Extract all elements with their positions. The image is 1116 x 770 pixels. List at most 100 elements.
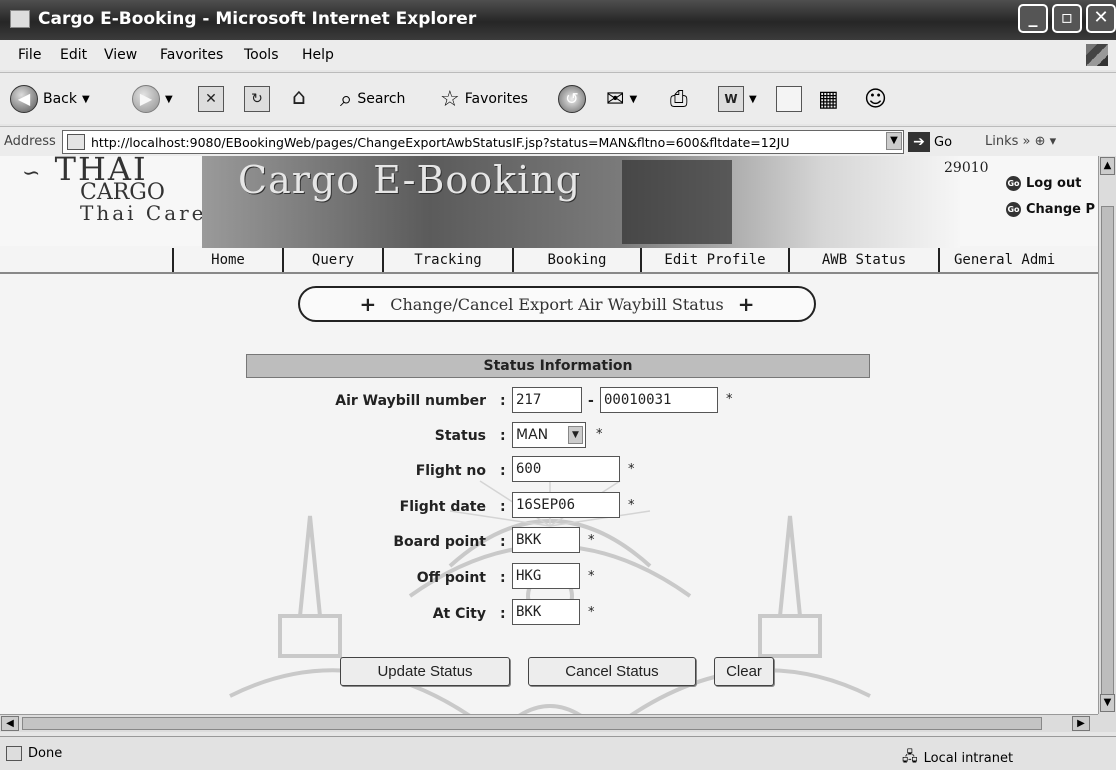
word-icon: W (718, 86, 744, 112)
messenger-button[interactable]: ☺ (864, 83, 887, 115)
print-button[interactable]: ⎙ (670, 83, 688, 115)
clear-button[interactable]: Clear (714, 657, 774, 686)
tab-general-admin[interactable]: General Admi (938, 248, 1098, 272)
scroll-down-icon[interactable]: ▼ (1100, 694, 1115, 712)
home-button[interactable]: ⌂ (286, 83, 312, 115)
awb-dash: - (588, 393, 594, 409)
logout-link[interactable]: Go Log out (1006, 176, 1081, 191)
links-label: Links (985, 134, 1019, 149)
scroll-up-icon[interactable]: ▲ (1100, 157, 1115, 175)
favorites-button[interactable]: ☆ Favorites (440, 83, 528, 115)
tab-awb-status[interactable]: AWB Status (788, 248, 938, 272)
menu-help[interactable]: Help (302, 47, 334, 63)
windows-logo-icon (1086, 44, 1108, 66)
go-arrow-icon: ➔ (908, 132, 930, 152)
awb-prefix-input[interactable]: 217 (512, 387, 582, 413)
go-button[interactable]: ➔ Go (908, 130, 952, 154)
window-title: Cargo E-Booking - Microsoft Internet Exp… (38, 9, 477, 29)
messenger-icon: ☺ (864, 86, 887, 112)
address-dropdown-icon[interactable]: ▼ (886, 132, 902, 150)
vertical-scrollbar[interactable]: ▲ ▼ (1098, 156, 1116, 714)
go-label: Go (934, 134, 953, 150)
flight-no-label: Flight no (415, 463, 486, 479)
discuss-button[interactable] (776, 83, 802, 115)
menu-edit[interactable]: Edit (60, 47, 87, 63)
intranet-icon: 🖧 (902, 749, 918, 765)
edit-button[interactable]: W ▼ (718, 83, 757, 115)
scroll-right-icon[interactable]: ▶ (1072, 716, 1090, 731)
address-input[interactable]: http://localhost:9080/EBookingWeb/pages/… (62, 130, 904, 154)
horizontal-scroll-thumb[interactable] (22, 717, 1042, 730)
scrollbar-corner (1098, 714, 1116, 732)
search-icon: ⌕ (340, 86, 353, 112)
banner-title: Cargo E-Booking (238, 158, 582, 202)
colon: : (500, 534, 506, 550)
research-button[interactable]: ▦ (818, 83, 839, 115)
tab-tracking[interactable]: Tracking (382, 248, 512, 272)
required-mark: * (628, 498, 635, 513)
awb-serial-input[interactable]: 00010031 (600, 387, 718, 413)
go-circle-icon: Go (1006, 202, 1021, 217)
zone-text: Local intranet (923, 750, 1014, 766)
minimize-button[interactable]: _ (1018, 4, 1048, 33)
flight-date-input[interactable]: 16SEP06 (512, 492, 620, 518)
plus-icon: + (359, 292, 377, 316)
back-button[interactable]: ◀ Back ▼ (10, 83, 90, 115)
mail-button[interactable]: ✉ ▼ (606, 83, 637, 115)
tab-booking[interactable]: Booking (512, 248, 640, 272)
required-mark: * (726, 392, 733, 407)
title-bar: Cargo E-Booking - Microsoft Internet Exp… (0, 0, 1116, 40)
menu-tools[interactable]: Tools (244, 47, 279, 63)
status-select[interactable]: MAN ▼ (512, 422, 586, 448)
flight-no-input[interactable]: 600 (512, 456, 620, 482)
refresh-icon: ↻ (244, 86, 270, 112)
menu-view[interactable]: View (104, 47, 137, 63)
off-point-input[interactable]: HKG (512, 563, 580, 589)
page-done-icon (6, 746, 22, 761)
cancel-status-button[interactable]: Cancel Status (528, 657, 696, 686)
address-bar: Address http://localhost:9080/EBookingWe… (0, 126, 1116, 156)
board-point-input[interactable]: BKK (512, 527, 580, 553)
required-mark: * (628, 462, 635, 477)
update-status-button[interactable]: Update Status (340, 657, 510, 686)
history-button[interactable]: ↺ (558, 83, 586, 115)
vertical-scroll-thumb[interactable] (1101, 206, 1114, 706)
horizontal-scrollbar[interactable]: ◀ ▶ (0, 714, 1098, 732)
tab-home[interactable]: Home (172, 248, 282, 272)
required-mark: * (588, 569, 595, 584)
refresh-button[interactable]: ↻ (244, 83, 270, 115)
menu-file[interactable]: File (18, 47, 41, 63)
links-button[interactable]: Links » ⊕ ▾ (985, 134, 1056, 149)
tab-query[interactable]: Query (282, 248, 382, 272)
stop-icon: ✕ (198, 86, 224, 112)
colon: : (500, 463, 506, 479)
tab-edit-profile[interactable]: Edit Profile (640, 248, 788, 272)
links-icon: ⊕ (1034, 134, 1046, 149)
forward-button[interactable]: ▶ ▼ (132, 83, 173, 115)
ie-app-icon (10, 10, 30, 28)
page-icon (67, 134, 85, 150)
mail-dropdown-icon: ▼ (629, 93, 638, 105)
menu-favorites[interactable]: Favorites (160, 47, 223, 63)
stop-button[interactable]: ✕ (198, 83, 224, 115)
change-password-link[interactable]: Go Change P (1006, 202, 1095, 217)
nav-tabs: Home Query Tracking Booking Edit Profile… (172, 248, 1098, 272)
form-header: Status Information (246, 354, 870, 378)
discuss-icon (776, 86, 802, 112)
at-city-input[interactable]: BKK (512, 599, 580, 625)
search-button[interactable]: ⌕ Search (340, 83, 405, 115)
maximize-button[interactable]: ▫ (1052, 4, 1082, 33)
off-point-label: Off point (416, 570, 486, 586)
colon: : (500, 428, 506, 444)
logo-line-3: Thai Care (80, 201, 207, 225)
close-button[interactable]: ✕ (1086, 4, 1116, 33)
back-label: Back (43, 91, 77, 107)
scroll-left-icon[interactable]: ◀ (1, 716, 19, 731)
mail-icon: ✉ (606, 86, 625, 112)
awb-label: Air Waybill number (335, 393, 486, 409)
back-arrow-icon: ◀ (10, 85, 38, 113)
go-circle-icon: Go (1006, 176, 1021, 191)
research-icon: ▦ (818, 86, 839, 112)
forward-arrow-icon: ▶ (132, 85, 160, 113)
page-title: + Change/Cancel Export Air Waybill Statu… (298, 286, 816, 322)
